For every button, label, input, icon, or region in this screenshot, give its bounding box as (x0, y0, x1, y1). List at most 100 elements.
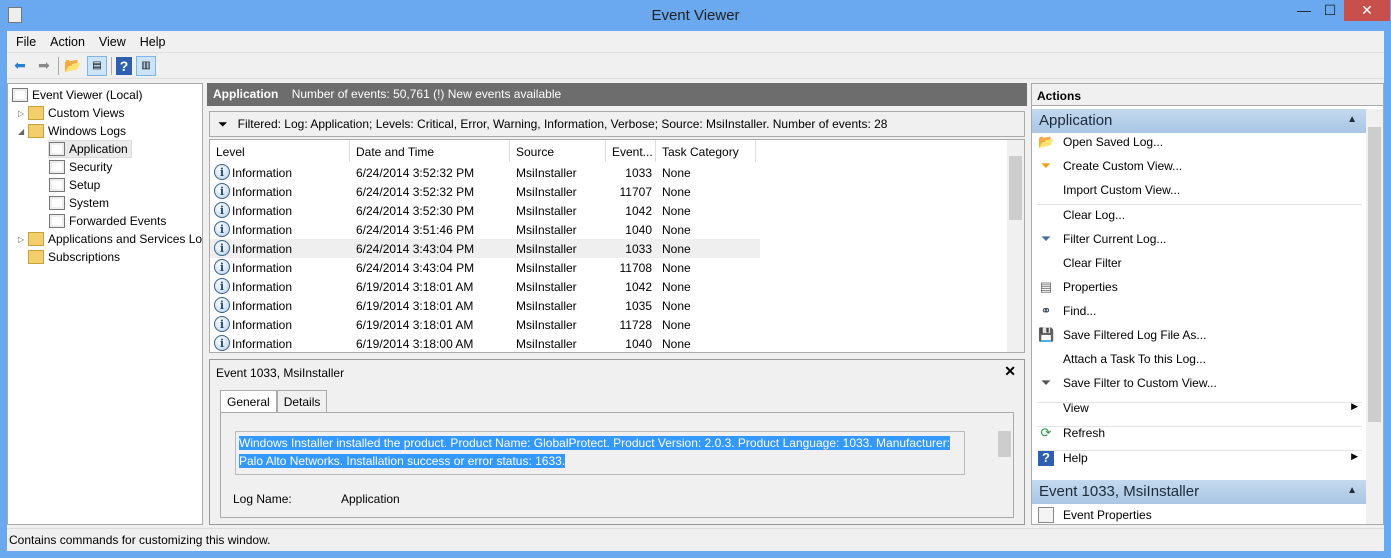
information-icon: i (214, 240, 230, 256)
up-folder-icon[interactable]: 📂 (63, 56, 83, 76)
action-clear-filter[interactable]: Clear Filter (1032, 252, 1362, 274)
close-button[interactable]: ✕ (1344, 0, 1390, 21)
tree-log-forwarded-events[interactable]: Forwarded Events (49, 212, 166, 230)
table-row[interactable]: i Information 6/19/2014 3:18:01 AM MsiInsta… (210, 315, 760, 334)
action-label: Save Filtered Log File As... (1063, 328, 1207, 342)
tree-log-setup[interactable]: Setup (49, 176, 100, 194)
events-scrollbar[interactable] (1007, 140, 1024, 352)
status-bar: Contains commands for customizing this w… (7, 528, 1384, 550)
forward-icon[interactable]: ➡ (34, 56, 54, 76)
column-header-date[interactable]: Date and Time (350, 140, 510, 162)
action-create-custom-view[interactable]: ⏷ Create Custom View... (1032, 155, 1362, 177)
tree-label: Forwarded Events (69, 214, 167, 228)
log-icon (49, 142, 65, 156)
menu-bar: File Action View Help (7, 31, 1384, 53)
folder-icon (28, 124, 44, 138)
help-icon[interactable]: ? (116, 56, 132, 75)
action-attach-a-task-to-this-log[interactable]: Attach a Task To this Log... (1032, 348, 1362, 370)
cell-event-id: 1033 (625, 166, 652, 180)
expand-icon[interactable]: ▷ (18, 235, 28, 244)
tree-log-system[interactable]: System (49, 194, 109, 212)
action-clear-log[interactable]: Clear Log... (1032, 204, 1362, 226)
actions-section-application[interactable]: Application ▲ (1032, 109, 1367, 133)
table-row[interactable]: i Information 6/24/2014 3:52:32 PM MsiInsta… (210, 163, 760, 182)
show-hide-tree-icon[interactable]: ▤ (87, 55, 107, 76)
event-message[interactable]: Windows Installer installed the product.… (235, 431, 965, 475)
table-row[interactable]: i Information 6/19/2014 3:18:00 AM MsiInsta… (210, 334, 760, 352)
cell-task-category: None (662, 185, 691, 199)
action-label: Clear Filter (1063, 256, 1122, 270)
column-header-level[interactable]: Level (210, 140, 350, 162)
tree-log-application[interactable]: Application (48, 140, 132, 158)
cell-level: Information (232, 223, 293, 237)
action-save-filter-to-custom-view[interactable]: ⏷ Save Filter to Custom View... (1032, 372, 1362, 394)
collapse-icon[interactable]: ▲ (1347, 485, 1357, 496)
information-icon: i (214, 221, 230, 237)
collapse-icon[interactable]: ◢ (18, 127, 28, 136)
maximize-button[interactable]: ☐ (1316, 0, 1344, 21)
action-save-filtered-log-file-as[interactable]: 💾 Save Filtered Log File As... (1032, 324, 1362, 346)
action-properties[interactable]: ▤ Properties (1032, 276, 1362, 298)
tree-subscriptions[interactable]: Subscriptions (28, 248, 120, 266)
menu-file[interactable]: File (10, 31, 42, 52)
cell-task-category: None (662, 204, 691, 218)
tree-root[interactable]: Event Viewer (Local) (12, 86, 143, 104)
cell-date-time: 6/19/2014 3:18:01 AM (356, 299, 474, 313)
action-find[interactable]: ⚭ Find... (1032, 300, 1362, 322)
table-row[interactable]: i Information 6/24/2014 3:52:30 PM MsiInsta… (210, 201, 760, 220)
tree-custom-views[interactable]: ▷ Custom Views (18, 104, 124, 122)
menu-action[interactable]: Action (44, 31, 91, 52)
cell-level: Information (232, 337, 293, 351)
table-row[interactable]: i Information 6/24/2014 3:43:04 PM MsiInsta… (210, 258, 760, 277)
scrollbar-thumb[interactable] (998, 431, 1011, 457)
table-row[interactable]: i Information 6/24/2014 3:51:46 PM MsiInsta… (210, 220, 760, 239)
window-title: Event Viewer (651, 7, 740, 24)
properties-icon: ▤ (1039, 279, 1053, 294)
cell-event-id: 11728 (619, 318, 652, 332)
action-import-custom-view[interactable]: Import Custom View... (1032, 179, 1362, 201)
column-header-event-id[interactable]: Event... (606, 140, 656, 162)
action-event-properties[interactable]: Event Properties (1032, 504, 1362, 524)
expand-icon[interactable]: ▷ (18, 109, 28, 118)
cell-level: Information (232, 166, 293, 180)
cell-level: Information (232, 261, 293, 275)
collapse-icon[interactable]: ▲ (1347, 114, 1357, 125)
actions-scrollbar[interactable] (1366, 109, 1383, 524)
cell-date-time: 6/19/2014 3:18:01 AM (356, 280, 474, 294)
show-hide-action-pane-icon[interactable]: ▥ (136, 55, 156, 76)
column-header-source[interactable]: Source (510, 140, 606, 162)
properties-icon (1038, 507, 1054, 523)
close-detail-icon[interactable]: ✕ (1004, 363, 1016, 380)
scrollbar-thumb[interactable] (1368, 127, 1381, 422)
detail-scrollbar[interactable] (996, 413, 1013, 517)
table-row[interactable]: i Information 6/24/2014 3:52:32 PM MsiInsta… (210, 182, 760, 201)
actions-header: Actions (1032, 84, 1383, 106)
folder-icon (28, 232, 44, 246)
tree-app-services-logs[interactable]: ▷ Applications and Services Lo (18, 230, 202, 248)
action-label: Help (1063, 451, 1088, 465)
scrollbar-thumb[interactable] (1009, 156, 1022, 220)
cell-date-time: 6/24/2014 3:52:30 PM (356, 204, 475, 218)
cell-date-time: 6/24/2014 3:51:46 PM (356, 223, 475, 237)
back-icon[interactable]: ⬅ (10, 56, 30, 76)
action-divider (1037, 450, 1362, 451)
column-header-task-category[interactable]: Task Category (656, 140, 756, 162)
tree-windows-logs[interactable]: ◢ Windows Logs (18, 122, 126, 140)
actions-section-event[interactable]: Event 1033, MsiInstaller ▲ (1032, 480, 1367, 504)
cell-level: Information (232, 185, 293, 199)
cell-level: Information (232, 299, 293, 313)
action-view[interactable]: View ▶ (1032, 397, 1362, 419)
detail-title: Event 1033, MsiInstaller (216, 366, 345, 380)
cell-level: Information (232, 280, 293, 294)
table-row[interactable]: i Information 6/24/2014 3:43:04 PM MsiInsta… (210, 239, 760, 258)
tree-log-security[interactable]: Security (49, 158, 112, 176)
action-open-saved-log[interactable]: 📂 Open Saved Log... (1032, 131, 1362, 153)
minimize-button[interactable]: — (1290, 0, 1318, 21)
actions-pane: Actions Application ▲ 📂 Open Saved Log... ⏷… (1031, 83, 1384, 525)
table-row[interactable]: i Information 6/19/2014 3:18:01 AM MsiInsta… (210, 296, 760, 315)
filter-icon: ⏷ (218, 117, 228, 131)
action-filter-current-log[interactable]: ⏷ Filter Current Log... (1032, 228, 1362, 250)
menu-view[interactable]: View (93, 31, 132, 52)
menu-help[interactable]: Help (134, 31, 172, 52)
table-row[interactable]: i Information 6/19/2014 3:18:01 AM MsiInsta… (210, 277, 760, 296)
